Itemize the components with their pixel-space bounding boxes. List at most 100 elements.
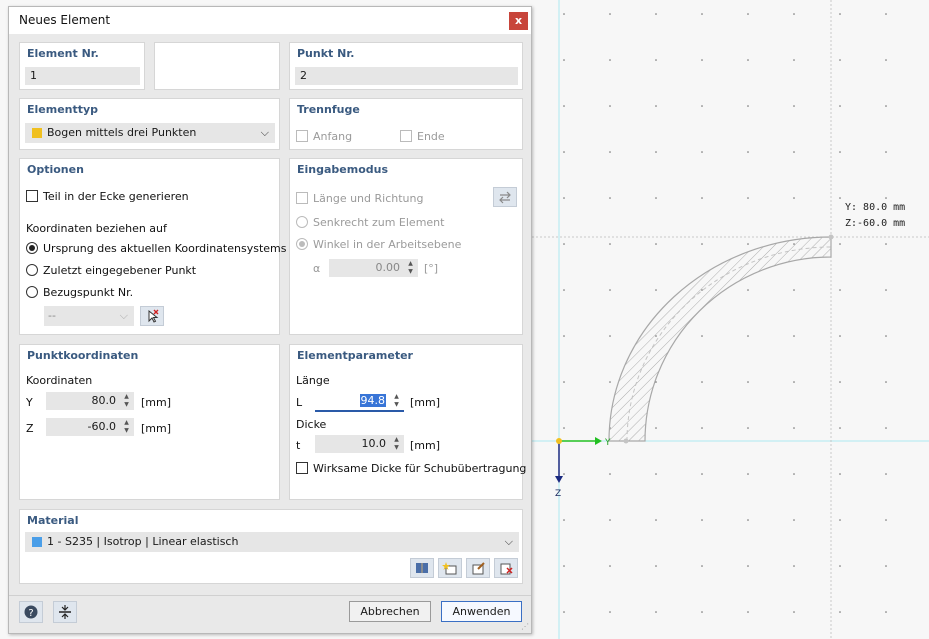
bottom-separator bbox=[9, 595, 531, 596]
t-unit: [mm] bbox=[410, 439, 441, 452]
grid-dots bbox=[532, 0, 929, 639]
eingabemodus-panel: Eingabemodus Länge und Richtung Senkrech… bbox=[289, 158, 523, 335]
y-value: 80.0 bbox=[91, 394, 117, 407]
chevron-down-icon: ⌵ bbox=[504, 535, 513, 548]
radio-zuletzt[interactable] bbox=[26, 264, 38, 276]
material-selected: 1 - S235 | Isotrop | Linear elastisch bbox=[47, 535, 239, 548]
punktkoordinaten-panel: Punktkoordinaten Koordinaten Y 80.0 ▲ ▼ [… bbox=[19, 344, 280, 500]
spin-arrows-icon[interactable]: ▲ ▼ bbox=[122, 393, 131, 409]
z-coordinate-spinbox[interactable]: -60.0 ▲ ▼ bbox=[46, 418, 134, 436]
alpha-value: 0.00 bbox=[375, 261, 401, 274]
radio-ursprung[interactable] bbox=[26, 242, 38, 254]
elementtyp-label: Elementtyp bbox=[27, 103, 99, 116]
teil-ecke-label: Teil in der Ecke generieren bbox=[43, 190, 189, 203]
l-unit: [mm] bbox=[410, 396, 441, 409]
help-icon: ? bbox=[24, 605, 38, 619]
material-color-swatch bbox=[32, 537, 42, 547]
spin-arrows-icon[interactable]: ▲ ▼ bbox=[406, 260, 415, 276]
new-element-dialog: Neues Element x Element Nr. 1 Punkt Nr. … bbox=[8, 6, 532, 634]
alpha-symbol: α bbox=[313, 262, 321, 275]
elementtyp-selected: Bogen mittels drei Punkten bbox=[47, 126, 197, 139]
book-icon bbox=[416, 563, 428, 573]
wirksame-dicke-label: Wirksame Dicke für Schubübertragung bbox=[313, 462, 527, 475]
coordinate-readout: Y: 80.0 mm Z:-60.0 mm bbox=[845, 200, 905, 232]
swap-icon bbox=[499, 191, 511, 204]
punktkoordinaten-label: Punktkoordinaten bbox=[27, 349, 139, 362]
dialog-titlebar[interactable]: Neues Element x bbox=[9, 7, 531, 34]
alpha-spinbox[interactable]: 0.00 ▲ ▼ bbox=[329, 259, 418, 277]
element-nr-field[interactable]: 1 bbox=[25, 67, 140, 85]
radio-winkel[interactable] bbox=[296, 238, 308, 250]
y-axis-label: Y bbox=[604, 438, 611, 448]
material-dropdown[interactable]: 1 - S235 | Isotrop | Linear elastisch ⌵ bbox=[25, 532, 519, 552]
punkt-nr-panel: Punkt Nr. 2 bbox=[289, 42, 523, 90]
elementtyp-color-swatch bbox=[32, 128, 42, 138]
trennfuge-panel: Trennfuge Anfang Ende bbox=[289, 98, 523, 150]
radio-bezugspunkt[interactable] bbox=[26, 286, 38, 298]
apply-button[interactable]: Anwenden bbox=[441, 601, 522, 622]
swap-direction-button[interactable] bbox=[493, 187, 517, 207]
empty-panel bbox=[154, 42, 280, 90]
elementtyp-dropdown[interactable]: Bogen mittels drei Punkten ⌵ bbox=[25, 123, 275, 143]
new-star-icon bbox=[442, 562, 457, 575]
teil-ecke-checkbox[interactable] bbox=[26, 190, 38, 202]
bezugspunkt-value: -- bbox=[48, 309, 56, 322]
laenge-richtung-checkbox[interactable] bbox=[296, 192, 308, 204]
z-axis-label: Z bbox=[555, 489, 561, 499]
arc-end-point[interactable] bbox=[828, 234, 834, 240]
arc-start-point[interactable] bbox=[623, 438, 629, 444]
resize-icon bbox=[59, 605, 71, 619]
punkt-nr-field[interactable]: 2 bbox=[295, 67, 518, 85]
thickness-value: 10.0 bbox=[361, 437, 387, 450]
ende-checkbox[interactable] bbox=[400, 130, 412, 142]
laenge-label: Länge bbox=[296, 374, 330, 387]
t-label: t bbox=[296, 439, 301, 452]
z-unit: [mm] bbox=[141, 422, 172, 435]
anfang-checkbox[interactable] bbox=[296, 130, 308, 142]
spin-arrows-icon[interactable]: ▲ ▼ bbox=[392, 393, 401, 409]
ende-label: Ende bbox=[417, 130, 445, 143]
delete-material-button[interactable] bbox=[494, 558, 518, 578]
element-nr-label: Element Nr. bbox=[27, 47, 99, 60]
material-library-button[interactable] bbox=[410, 558, 434, 578]
optionen-panel: Optionen Teil in der Ecke generieren Koo… bbox=[19, 158, 286, 335]
radio-senkrecht[interactable] bbox=[296, 216, 308, 228]
thickness-spinbox[interactable]: 10.0 ▲ ▼ bbox=[315, 435, 404, 453]
coord-y-readout: Y: 80.0 mm bbox=[845, 202, 906, 213]
help-button[interactable]: ? bbox=[19, 601, 43, 623]
alpha-unit: [°] bbox=[424, 262, 439, 275]
bezugspunkt-dropdown[interactable]: -- ⌵ bbox=[44, 306, 134, 326]
delete-icon bbox=[500, 563, 513, 575]
cursor-pick-icon bbox=[148, 309, 159, 323]
origin-point bbox=[556, 438, 562, 444]
radio-bezugspunkt-label: Bezugspunkt Nr. bbox=[43, 286, 134, 299]
wirksame-dicke-checkbox[interactable] bbox=[296, 462, 308, 474]
resize-grip-icon[interactable]: ⋰ bbox=[521, 622, 529, 631]
material-label: Material bbox=[27, 514, 79, 527]
edit-icon bbox=[472, 562, 485, 575]
fit-dialog-button[interactable] bbox=[53, 601, 77, 623]
optionen-label: Optionen bbox=[27, 163, 84, 176]
material-panel: Material 1 - S235 | Isotrop | Linear ela… bbox=[19, 509, 523, 584]
element-nr-panel: Element Nr. 1 bbox=[19, 42, 145, 90]
laenge-richtung-label: Länge und Richtung bbox=[313, 192, 424, 205]
y-label: Y bbox=[26, 396, 33, 409]
dialog-title: Neues Element bbox=[19, 13, 111, 27]
close-button[interactable]: x bbox=[509, 12, 528, 30]
edit-material-button[interactable] bbox=[466, 558, 490, 578]
z-value: -60.0 bbox=[87, 420, 116, 433]
length-spinbox[interactable]: 94.8 ▲ ▼ bbox=[315, 392, 404, 412]
chevron-down-icon: ⌵ bbox=[260, 126, 269, 139]
spin-arrows-icon[interactable]: ▲ ▼ bbox=[392, 436, 401, 452]
eingabemodus-label: Eingabemodus bbox=[297, 163, 389, 176]
y-coordinate-spinbox[interactable]: 80.0 ▲ ▼ bbox=[46, 392, 134, 410]
z-label: Z bbox=[26, 422, 34, 435]
elementparameter-panel: Elementparameter Länge L 94.8 ▲ ▼ [mm] Di… bbox=[289, 344, 527, 500]
new-material-button[interactable] bbox=[438, 558, 462, 578]
cancel-button[interactable]: Abbrechen bbox=[349, 601, 431, 622]
koordinaten-label: Koordinaten bbox=[26, 374, 93, 387]
length-value[interactable]: 94.8 bbox=[359, 394, 386, 407]
pick-point-button[interactable] bbox=[140, 306, 164, 326]
spin-arrows-icon[interactable]: ▲ ▼ bbox=[122, 419, 131, 435]
radio-ursprung-label: Ursprung des aktuellen Koordinatensystem… bbox=[43, 242, 287, 255]
